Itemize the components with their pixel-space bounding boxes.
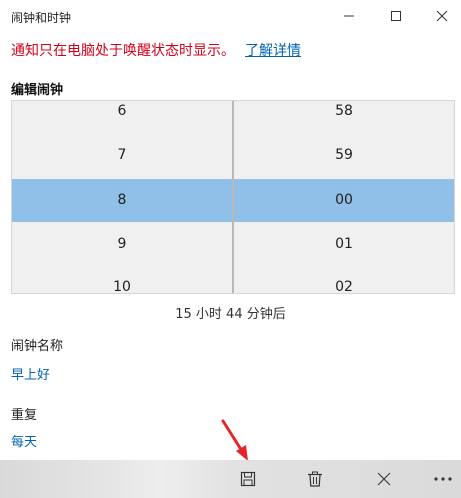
minute-option[interactable]: 58 <box>234 101 454 121</box>
save-button[interactable] <box>230 460 266 498</box>
window-title: 闹钟和时钟 <box>11 11 72 25</box>
hour-option-selected[interactable]: 8 <box>12 190 232 210</box>
notice-text: 通知只在电脑处于唤醒状态时显示。 <box>11 43 235 59</box>
repeat-label: 重复 <box>11 408 38 423</box>
command-bar <box>0 460 461 498</box>
minute-option[interactable]: 01 <box>234 234 454 254</box>
hour-option[interactable]: 9 <box>12 234 232 254</box>
repeat-value[interactable]: 每天 <box>11 431 37 450</box>
alarm-name-value[interactable]: 早上好 <box>11 364 50 383</box>
maximize-icon <box>391 11 401 21</box>
hour-option[interactable]: 6 <box>12 101 232 121</box>
minute-option[interactable]: 02 <box>234 277 454 293</box>
close-icon <box>377 472 391 486</box>
cancel-button[interactable] <box>366 460 402 498</box>
countdown-text: 15 小时 44 分钟后 <box>175 307 286 322</box>
close-window-button[interactable] <box>419 0 461 32</box>
minute-option-selected[interactable]: 00 <box>234 190 454 210</box>
minimize-button[interactable] <box>326 0 372 32</box>
delete-button[interactable] <box>297 460 333 498</box>
minute-option[interactable]: 59 <box>234 145 454 165</box>
delete-icon <box>308 471 322 487</box>
minute-column[interactable]: 58 59 00 01 02 <box>234 101 454 293</box>
alarm-name-label: 闹钟名称 <box>11 339 64 354</box>
hour-option[interactable]: 7 <box>12 145 232 165</box>
hour-option[interactable]: 10 <box>12 277 232 293</box>
more-button[interactable] <box>425 460 461 498</box>
save-icon <box>240 471 256 487</box>
annotation-arrow <box>221 419 248 461</box>
more-icon <box>434 477 452 481</box>
learn-more-link[interactable]: 了解详情 <box>245 43 301 59</box>
title-bar: 闹钟和时钟 <box>0 0 461 32</box>
notification-notice: 通知只在电脑处于唤醒状态时显示。 了解详情 <box>11 40 301 60</box>
edit-alarm-heading: 编辑闹钟 <box>11 83 64 98</box>
time-picker[interactable]: 6 7 8 9 10 58 59 00 01 02 <box>11 100 455 294</box>
close-icon <box>436 10 448 22</box>
maximize-button[interactable] <box>373 0 419 32</box>
hour-column[interactable]: 6 7 8 9 10 <box>12 101 232 293</box>
minimize-icon <box>344 15 354 17</box>
